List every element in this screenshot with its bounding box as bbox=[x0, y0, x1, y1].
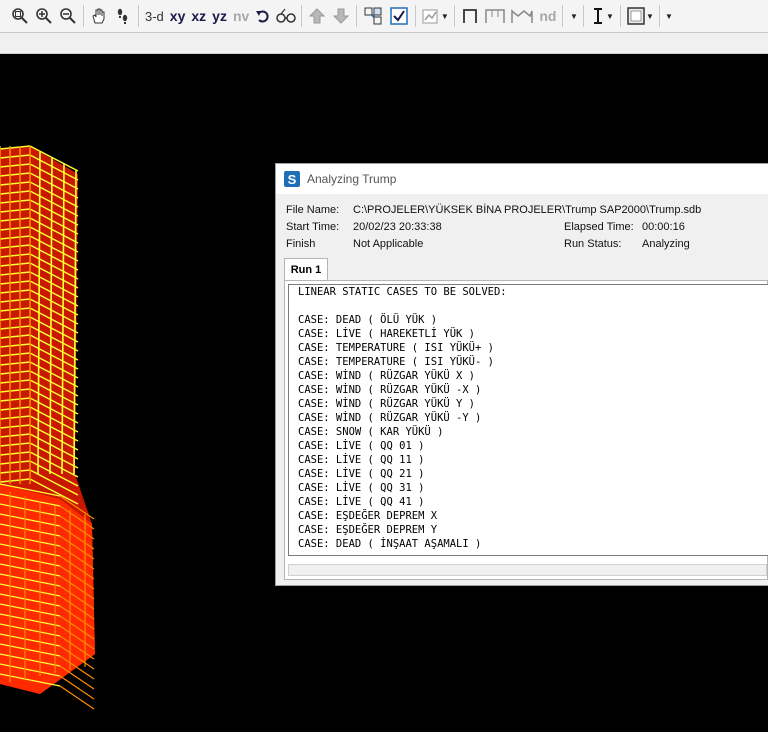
log-line: CASE: EŞDEĞER DEPREM Y bbox=[298, 524, 438, 536]
pan-hand-icon[interactable] bbox=[88, 3, 110, 29]
log-line: CASE: TEMPERATURE ( ISI YÜKÜ+ ) bbox=[298, 342, 494, 354]
file-name-label: File Name: bbox=[286, 204, 340, 216]
text-cursor-icon[interactable]: ▼ bbox=[588, 3, 616, 29]
log-line: CASE: LİVE ( QQ 11 ) bbox=[298, 454, 425, 466]
log-line: CASE: LİVE ( QQ 01 ) bbox=[298, 440, 425, 452]
window-tab-strip bbox=[0, 33, 768, 54]
up-arrow-icon[interactable] bbox=[306, 3, 328, 29]
finish-value: Not Applicable bbox=[353, 238, 424, 250]
view-nv-button[interactable]: nv bbox=[230, 8, 252, 24]
sections-icon[interactable] bbox=[483, 3, 507, 29]
log-line: CASE: DEAD ( İNŞAAT AŞAMALI ) bbox=[298, 538, 482, 550]
log-line: CASE: DEAD ( ÖLÜ YÜK ) bbox=[298, 314, 438, 326]
start-time-label: Start Time: bbox=[286, 221, 340, 233]
elapsed-time-label: Elapsed Time: bbox=[564, 221, 634, 233]
log-line: CASE: TEMPERATURE ( ISI YÜKÜ- ) bbox=[298, 356, 494, 368]
log-line: CASE: WİND ( RÜZGAR YÜKÜ Y ) bbox=[298, 398, 476, 410]
toolbar-separator bbox=[454, 5, 456, 27]
start-time-value: 20/02/23 20:33:38 bbox=[353, 221, 442, 233]
view-nd-button[interactable]: nd bbox=[536, 8, 559, 24]
display-icon[interactable]: ▼ bbox=[625, 3, 655, 29]
log-line: CASE: WİND ( RÜZGAR YÜKÜ -Y ) bbox=[298, 412, 482, 424]
toolbar-separator bbox=[659, 5, 661, 27]
rotate-icon[interactable] bbox=[253, 3, 273, 29]
elapsed-time-value: 00:00:16 bbox=[642, 221, 685, 233]
log-line: CASE: SNOW ( KAR YÜKÜ ) bbox=[298, 426, 444, 438]
log-line: CASE: LİVE ( QQ 41 ) bbox=[298, 496, 425, 508]
analyzing-dialog: S Analyzing Trump File Name: C:\PROJELER… bbox=[275, 163, 768, 586]
main-toolbar: 3-d xy xz yz nv ▼ nd ▼ ▼ ▼ ▼ bbox=[0, 0, 768, 33]
view-3d-button[interactable]: 3-d bbox=[142, 9, 167, 24]
toolbar-separator bbox=[620, 5, 622, 27]
chevron-down-icon[interactable]: ▼ bbox=[567, 3, 579, 29]
log-line: CASE: WİND ( RÜZGAR YÜKÜ -X ) bbox=[298, 384, 482, 396]
run-status-value: Analyzing bbox=[642, 238, 690, 250]
sap-app-icon: S bbox=[284, 171, 300, 187]
footsteps-icon[interactable] bbox=[112, 3, 134, 29]
log-line: CASE: LİVE ( QQ 21 ) bbox=[298, 468, 425, 480]
down-arrow-icon[interactable] bbox=[330, 3, 352, 29]
toolbar-separator bbox=[301, 5, 303, 27]
log-line: CASE: EŞDEĞER DEPREM X bbox=[298, 510, 438, 522]
log-line: CASE: LİVE ( HAREKETLİ YÜK ) bbox=[298, 328, 476, 340]
toolbar-separator bbox=[138, 5, 139, 27]
toolbar-separator bbox=[356, 5, 358, 27]
tab-panel: LINEAR STATIC CASES TO BE SOLVED: CASE: D… bbox=[284, 280, 768, 580]
dialog-titlebar[interactable]: S Analyzing Trump bbox=[276, 164, 768, 194]
view-xy-button[interactable]: xy bbox=[167, 8, 189, 24]
zoom-in-window-icon[interactable] bbox=[9, 3, 31, 29]
truss-icon[interactable] bbox=[509, 3, 535, 29]
view-yz-button[interactable]: yz bbox=[209, 8, 230, 24]
frame-icon[interactable] bbox=[459, 3, 481, 29]
zoom-out-icon[interactable] bbox=[57, 3, 79, 29]
select-icon[interactable] bbox=[361, 3, 385, 29]
dialog-title: Analyzing Trump bbox=[307, 172, 397, 186]
zoom-in-icon[interactable] bbox=[33, 3, 55, 29]
analysis-log[interactable]: LINEAR STATIC CASES TO BE SOLVED: CASE: D… bbox=[288, 284, 768, 556]
view-xz-button[interactable]: xz bbox=[188, 8, 209, 24]
toolbar-separator bbox=[83, 5, 84, 27]
finish-label: Finish bbox=[286, 238, 316, 250]
tab-run-1[interactable]: Run 1 bbox=[284, 258, 328, 280]
chevron-down-icon[interactable]: ▼ bbox=[664, 3, 673, 29]
checkbox-icon[interactable] bbox=[387, 3, 411, 29]
log-line: LINEAR STATIC CASES TO BE SOLVED: bbox=[298, 286, 507, 298]
toolbar-separator bbox=[583, 5, 585, 27]
chart-icon[interactable]: ▼ bbox=[420, 3, 450, 29]
toolbar-separator bbox=[415, 5, 417, 27]
log-line: CASE: LİVE ( QQ 31 ) bbox=[298, 482, 425, 494]
run-status-label: Run Status: bbox=[564, 238, 622, 250]
file-name-value: C:\PROJELER\YÜKSEK BİNA PROJELER\Trump S… bbox=[353, 204, 702, 216]
horizontal-scrollbar[interactable] bbox=[288, 564, 767, 576]
log-line: CASE: WİND ( RÜZGAR YÜKÜ X ) bbox=[298, 370, 476, 382]
toolbar-separator bbox=[562, 5, 564, 27]
glasses-icon[interactable] bbox=[275, 3, 297, 29]
toolbar-edge bbox=[1, 3, 7, 29]
